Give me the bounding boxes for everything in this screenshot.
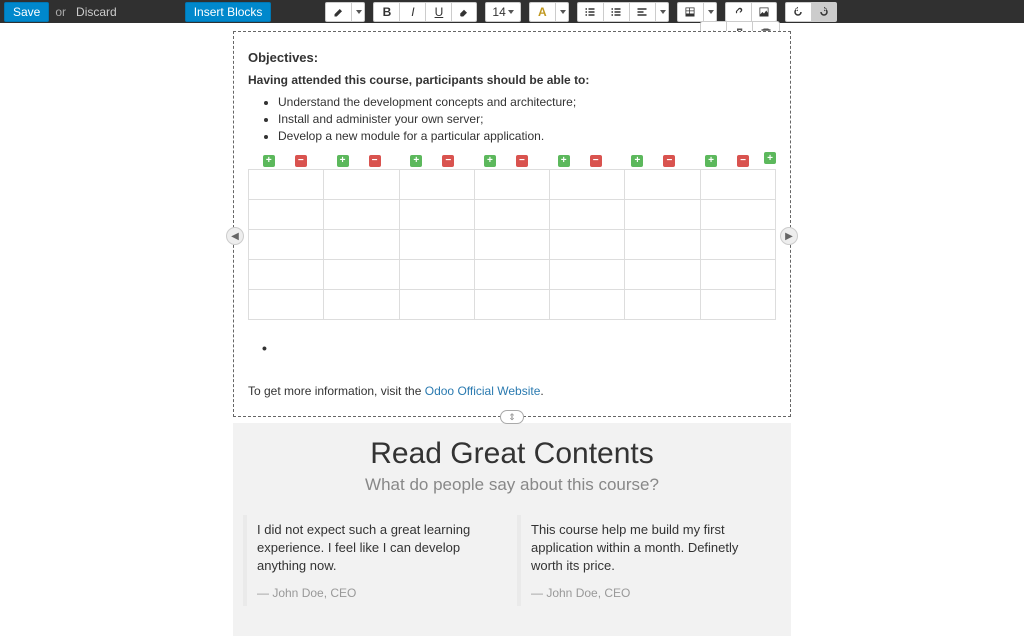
quote-author: — John Doe, CEO: [257, 586, 497, 600]
info-line: To get more information, visit the Odoo …: [248, 384, 776, 398]
link-button[interactable]: [725, 2, 751, 22]
quote-block: I did not expect such a great learning e…: [243, 515, 507, 606]
eraser-icon: [458, 6, 470, 18]
remove-col-button[interactable]: −: [369, 155, 381, 167]
list-ul-icon: [584, 6, 596, 18]
fontcolor-dropdown-button[interactable]: [555, 2, 569, 22]
undo-icon: [792, 6, 804, 18]
add-col-button[interactable]: +: [484, 155, 496, 167]
add-col-button[interactable]: +: [410, 155, 422, 167]
editable-table[interactable]: [248, 169, 776, 320]
add-col-end-button[interactable]: +: [764, 152, 776, 164]
row-arrow-left[interactable]: ◀: [226, 227, 244, 245]
list-item: Understand the development concepts and …: [278, 95, 776, 109]
quote-author: — John Doe, CEO: [531, 586, 771, 600]
table-dropdown-button[interactable]: [703, 2, 717, 22]
table-button[interactable]: [677, 2, 703, 22]
redo-button[interactable]: [811, 2, 837, 22]
discard-button[interactable]: Discard: [72, 5, 121, 19]
list-item: Install and administer your own server;: [278, 112, 776, 126]
eraser-button[interactable]: [451, 2, 477, 22]
pencil-icon: [333, 6, 345, 18]
add-col-button[interactable]: +: [558, 155, 570, 167]
insert-blocks-button[interactable]: Insert Blocks: [185, 2, 272, 22]
edit-tool-button[interactable]: [325, 2, 351, 22]
top-toolbar: Save or Discard Insert Blocks B I U 14 A: [0, 0, 1024, 23]
objectives-list: Understand the development concepts and …: [278, 95, 776, 143]
objectives-intro: Having attended this course, participant…: [248, 73, 776, 87]
redo-icon: [818, 6, 830, 18]
read-title: Read Great Contents: [243, 437, 781, 471]
link-icon: [732, 6, 744, 18]
bullet-marker: •: [262, 340, 776, 356]
align-button[interactable]: [629, 2, 655, 22]
fontcolor-icon: A: [538, 5, 547, 19]
or-text: or: [55, 5, 66, 19]
column-controls: + − + − + − + − + − + − + −: [248, 155, 764, 167]
ul-button[interactable]: [577, 2, 603, 22]
remove-col-button[interactable]: −: [663, 155, 675, 167]
read-subtitle: What do people say about this course?: [243, 475, 781, 495]
table-icon: [684, 6, 696, 18]
bold-button[interactable]: B: [373, 2, 399, 22]
read-section: Read Great Contents What do people say a…: [233, 423, 791, 636]
align-dropdown-button[interactable]: [655, 2, 669, 22]
info-link[interactable]: Odoo Official Website: [425, 384, 541, 398]
quote-text: I did not expect such a great learning e…: [257, 521, 497, 576]
remove-col-button[interactable]: −: [590, 155, 602, 167]
info-prefix: To get more information, visit the: [248, 384, 425, 398]
add-col-button[interactable]: +: [263, 155, 275, 167]
image-button[interactable]: [751, 2, 777, 22]
editable-block[interactable]: Objectives: Having attended this course,…: [233, 31, 791, 417]
undo-button[interactable]: [785, 2, 811, 22]
fontsize-value: 14: [492, 5, 505, 19]
caret-icon: [660, 10, 666, 14]
resize-handle[interactable]: ⇕: [500, 410, 524, 424]
remove-col-button[interactable]: −: [442, 155, 454, 167]
caret-icon: [708, 10, 714, 14]
italic-button[interactable]: I: [399, 2, 425, 22]
align-icon: [636, 6, 648, 18]
remove-col-button[interactable]: −: [737, 155, 749, 167]
save-button[interactable]: Save: [4, 2, 49, 22]
add-col-button[interactable]: +: [337, 155, 349, 167]
fontcolor-button[interactable]: A: [529, 2, 555, 22]
add-col-button[interactable]: +: [705, 155, 717, 167]
quote-text: This course help me build my first appli…: [531, 521, 771, 576]
list-item: Develop a new module for a particular ap…: [278, 129, 776, 143]
remove-col-button[interactable]: −: [516, 155, 528, 167]
underline-button[interactable]: U: [425, 2, 451, 22]
caret-icon: [508, 10, 514, 14]
row-arrow-right[interactable]: ▶: [780, 227, 798, 245]
caret-icon: [560, 10, 566, 14]
fontsize-button[interactable]: 14: [485, 2, 520, 22]
ol-button[interactable]: [603, 2, 629, 22]
objectives-label: Objectives:: [248, 50, 776, 65]
list-ol-icon: [610, 6, 622, 18]
info-suffix: .: [540, 384, 543, 398]
remove-col-button[interactable]: −: [295, 155, 307, 167]
caret-icon: [356, 10, 362, 14]
image-icon: [758, 6, 770, 18]
add-col-button[interactable]: +: [631, 155, 643, 167]
edit-dropdown-button[interactable]: [351, 2, 365, 22]
quote-block: This course help me build my first appli…: [517, 515, 781, 606]
